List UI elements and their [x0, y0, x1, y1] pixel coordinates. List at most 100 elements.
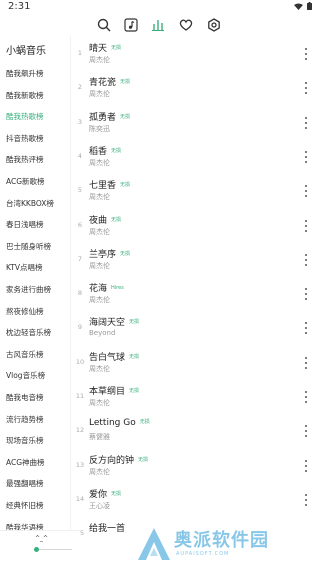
sidebar-item-rank-list[interactable]: 枕边轻音乐榜 [6, 327, 51, 338]
sidebar-item-rank-list[interactable]: 酷我热歌榜 [6, 111, 44, 122]
sidebar-item-rank-list[interactable]: 家务进行曲榜 [6, 284, 51, 295]
song-row[interactable]: 7 兰亭序 无损 周杰伦 [71, 242, 320, 276]
sidebar-item-rank-list[interactable]: 酷我热评榜 [6, 154, 44, 165]
charts-button[interactable] [150, 17, 166, 33]
status-time: 2:31 [8, 1, 31, 12]
sidebar-item-rank-list[interactable]: 最强翻唱榜 [6, 478, 44, 489]
song-artist: 周杰伦 [89, 296, 110, 305]
more-options-button[interactable] [304, 150, 308, 163]
song-title: 反方向的钟 [89, 455, 135, 466]
more-vertical-icon [305, 224, 307, 227]
more-options-button[interactable] [304, 219, 308, 232]
more-options-button[interactable] [304, 391, 308, 403]
more-options-button[interactable] [304, 356, 308, 369]
more-vertical-icon [305, 58, 307, 60]
sidebar-item-rank-list[interactable]: 酷我飙升榜 [6, 68, 44, 79]
song-row[interactable]: 13 反方向的钟 无损 周杰伦 [71, 448, 320, 482]
quality-tag: 无损 [139, 419, 150, 426]
sidebar-item-rank-list[interactable]: 熬夜修仙榜 [6, 306, 44, 317]
watermark-subtext: AUPAISOFT.COM [176, 551, 230, 557]
song-row[interactable]: 5 七里香 无损 周杰伦 [71, 173, 320, 207]
more-vertical-icon [305, 190, 307, 193]
sidebar-item-rank-list[interactable]: Vlog音乐榜 [6, 370, 45, 381]
song-row[interactable]: 10 告白气球 无损 周杰伦 [71, 345, 320, 379]
song-rank: 9 [77, 323, 83, 332]
mini-player[interactable]: ^_^ [0, 530, 80, 568]
status-bar: 2:31 [0, 0, 320, 14]
more-options-button[interactable] [304, 288, 308, 301]
local-music-button[interactable] [123, 17, 139, 33]
song-title: 给我一首 [89, 524, 126, 535]
quality-tag: 无损 [120, 79, 131, 86]
more-options-button[interactable] [304, 82, 308, 95]
song-row[interactable]: 4 稻香 无损 周杰伦 [71, 139, 320, 173]
more-vertical-icon [305, 498, 307, 501]
more-options-button[interactable] [304, 459, 308, 472]
progress-track[interactable] [36, 549, 72, 550]
song-rank: 14 [75, 494, 85, 503]
song-artist: 陈奕迅 [89, 124, 110, 133]
sidebar-item-rank-list[interactable]: ACG新歌榜 [6, 176, 45, 187]
song-list: 1 晴天 无损 周杰伦 2 青花瓷 无损 周杰伦 3 孤勇者 无损 陈奕迅 4 稻香 无损 周杰伦 5 七里香 无损… [71, 36, 320, 568]
song-title-row: 告白气球 无损 [89, 350, 139, 363]
song-rank: 7 [77, 254, 83, 263]
music-note-icon [124, 18, 138, 32]
song-row[interactable]: 11 本草纲目 无损 周杰伦 [71, 379, 320, 413]
more-options-button[interactable] [304, 185, 308, 198]
more-options-button[interactable] [304, 425, 308, 438]
search-button[interactable] [96, 17, 112, 33]
song-title-row: 七里香 无损 [89, 178, 130, 191]
more-vertical-icon [305, 401, 307, 403]
heart-icon [179, 19, 193, 31]
more-vertical-icon [305, 327, 307, 330]
song-row[interactable]: 14 爱你 无损 王心凌 [71, 482, 320, 516]
song-title: 七里香 [89, 181, 117, 192]
more-options-button[interactable] [304, 493, 308, 506]
settings-button[interactable] [206, 17, 222, 33]
more-vertical-icon [305, 356, 307, 359]
search-icon [97, 18, 111, 32]
song-artist: 周杰伦 [89, 399, 110, 407]
song-artist: 周杰伦 [89, 364, 110, 373]
song-row[interactable]: 2 青花瓷 无损 周杰伦 [71, 70, 320, 104]
battery-icon [307, 2, 312, 10]
progress-knob[interactable] [34, 547, 39, 552]
more-vertical-icon [305, 92, 307, 95]
song-row[interactable]: 8 花海 Hires 周杰伦 [71, 276, 320, 310]
song-row[interactable]: 6 夜曲 无损 周杰伦 [71, 208, 320, 242]
song-artist: 周杰伦 [89, 261, 110, 270]
song-title: 告白气球 [89, 352, 126, 363]
song-row[interactable]: 9 海阔天空 无损 Beyond [71, 310, 320, 344]
song-title: 海阔天空 [89, 318, 126, 329]
more-vertical-icon [305, 298, 307, 301]
sidebar-item-rank-list[interactable]: ACG神曲榜 [6, 457, 45, 468]
sidebar-item-rank-list[interactable]: KTV点唱榜 [6, 262, 43, 273]
more-vertical-icon [305, 53, 307, 55]
song-row[interactable]: 3 孤勇者 无损 陈奕迅 [71, 105, 320, 139]
sidebar-item-rank-list[interactable]: 酷我新歌榜 [6, 90, 44, 101]
song-row[interactable]: 1 晴天 无损 周杰伦 [71, 36, 320, 70]
quality-tag: Hires [111, 285, 124, 292]
song-title-row: 海阔天空 无损 [89, 315, 139, 328]
sidebar-item-rank-list[interactable]: 现场音乐榜 [6, 435, 44, 446]
song-title: 花海 [89, 284, 108, 295]
song-title-row: 爱你 无损 [89, 487, 121, 500]
more-options-button[interactable] [304, 48, 308, 60]
song-rank: 13 [75, 460, 85, 469]
song-row[interactable]: 12 Letting Go 无损 蔡健雅 [71, 413, 320, 447]
favorites-button[interactable] [178, 17, 194, 33]
more-options-button[interactable] [304, 116, 308, 129]
sidebar-item-rank-list[interactable]: 经典怀旧榜 [6, 500, 44, 511]
sidebar-item-rank-list[interactable]: 酷我电音榜 [6, 392, 44, 403]
sidebar-item-rank-list[interactable]: 流行趋势榜 [6, 414, 44, 425]
more-options-button[interactable] [304, 253, 308, 266]
sidebar-item-rank-list[interactable]: 抖音热歌榜 [6, 133, 44, 144]
sidebar-item-rank-list[interactable]: 台湾KKBOX榜 [6, 198, 54, 209]
sidebar-item-rank-list[interactable]: 巴士随身听榜 [6, 241, 51, 252]
more-options-button[interactable] [304, 322, 308, 335]
sidebar-item-rank-list[interactable]: 古风音乐榜 [6, 349, 44, 360]
sidebar-item-rank-list[interactable]: 春日浅唱榜 [6, 219, 44, 230]
more-vertical-icon [305, 469, 307, 472]
quality-tag: 无损 [129, 388, 140, 394]
song-title: 夜曲 [89, 215, 108, 226]
